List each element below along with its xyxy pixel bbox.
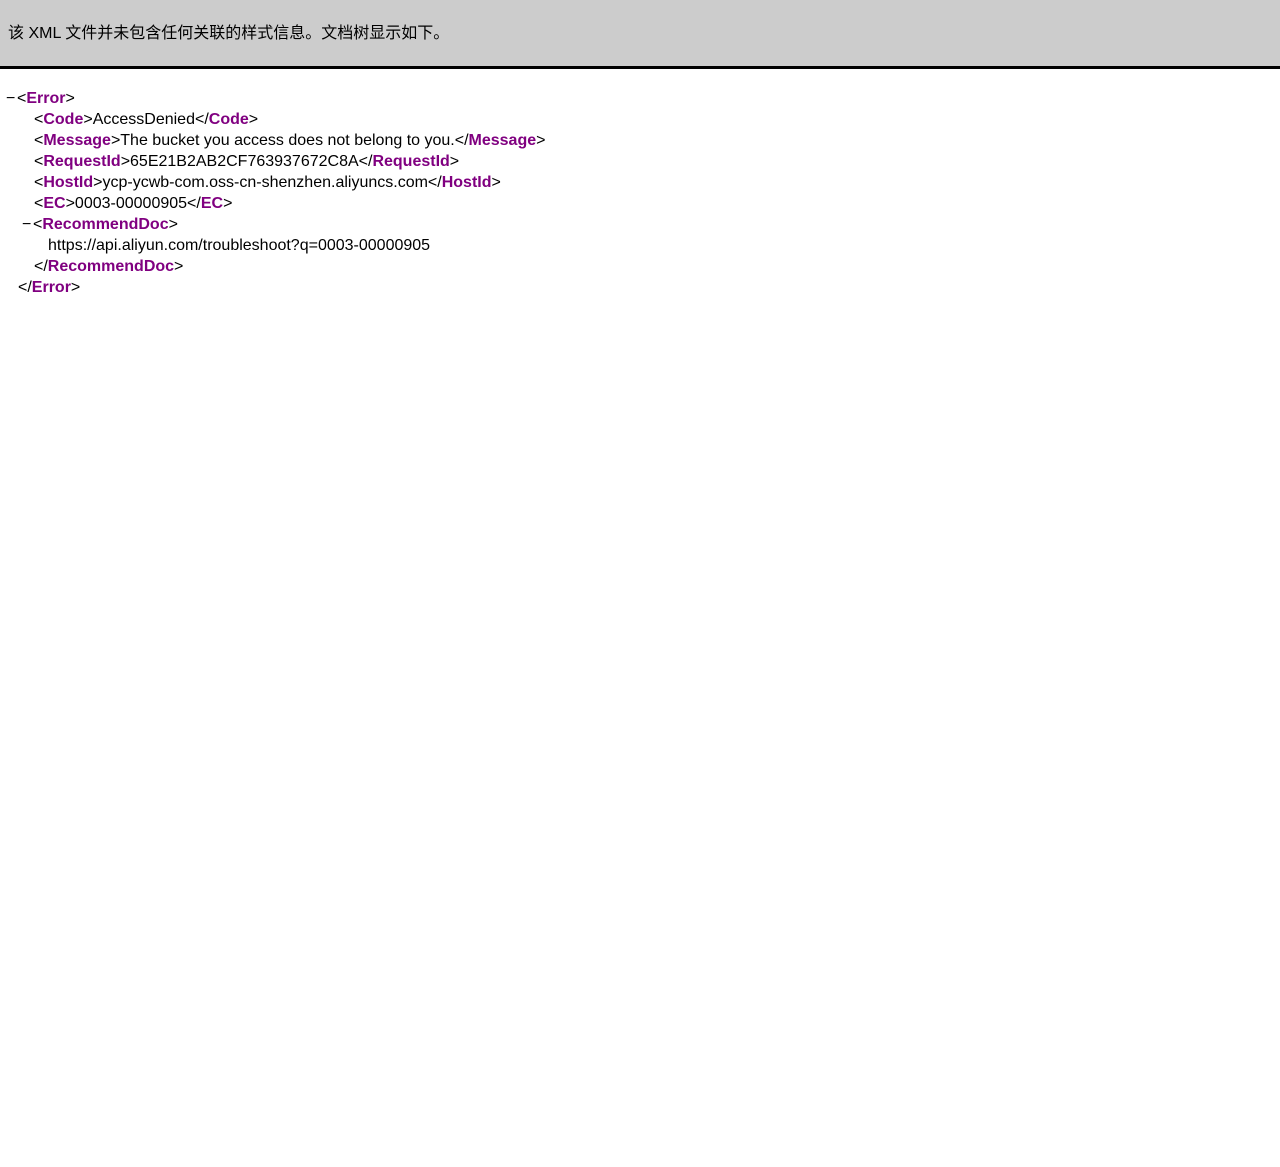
error-close-line: </Error> — [18, 279, 81, 296]
code-close-tag: Code — [208, 111, 249, 128]
host-id-close-tag: HostId — [441, 174, 492, 191]
request-id-open-tag: RequestId — [43, 153, 121, 170]
request-id-value: 65E21B2AB2CF763937672C8A — [130, 153, 359, 170]
message-value: The bucket you access does not belong to… — [120, 132, 455, 149]
request-id-element: <RequestId>65E21B2AB2CF763937672C8A</Req… — [34, 153, 460, 170]
recommend-doc-close-line: </RecommendDoc> — [34, 258, 184, 275]
ec-open-tag: EC — [43, 195, 66, 212]
error-open-line: − <Error> — [6, 88, 75, 109]
ec-element: <EC>0003-00000905</EC> — [34, 195, 233, 212]
message-element: <Message>The bucket you access does not … — [34, 132, 546, 149]
error-open-tag: Error — [26, 90, 66, 107]
ec-value: 0003-00000905 — [74, 195, 188, 212]
recommend-doc-close-tag: RecommendDoc — [47, 258, 175, 275]
banner-message: 该 XML 文件并未包含任何关联的样式信息。文档树显示如下。 — [8, 25, 450, 42]
collapse-error-toggle[interactable]: − — [6, 88, 17, 109]
host-id-open-tag: HostId — [43, 174, 94, 191]
request-id-close-tag: RequestId — [372, 153, 450, 170]
host-id-value: ycp-ycwb-com.oss-cn-shenzhen.aliyuncs.co… — [102, 174, 428, 191]
code-value: AccessDenied — [92, 111, 195, 128]
message-close-tag: Message — [468, 132, 537, 149]
recommend-doc-open-tag: RecommendDoc — [42, 216, 169, 233]
ec-close-tag: EC — [200, 195, 224, 212]
code-element: <Code>AccessDenied</Code> — [34, 111, 259, 128]
error-close-tag: Error — [31, 279, 71, 296]
xml-style-info-banner: 该 XML 文件并未包含任何关联的样式信息。文档树显示如下。 — [0, 0, 1280, 69]
recommend-doc-open-line: − <RecommendDoc> — [22, 214, 178, 235]
collapse-recommend-doc-toggle[interactable]: − — [22, 214, 33, 235]
code-open-tag: Code — [43, 111, 84, 128]
recommend-doc-value-line: https://api.aliyun.com/troubleshoot?q=00… — [48, 235, 430, 256]
recommend-doc-value: https://api.aliyun.com/troubleshoot?q=00… — [48, 237, 431, 254]
host-id-element: <HostId>ycp-ycwb-com.oss-cn-shenzhen.ali… — [34, 174, 501, 191]
message-open-tag: Message — [43, 132, 111, 149]
